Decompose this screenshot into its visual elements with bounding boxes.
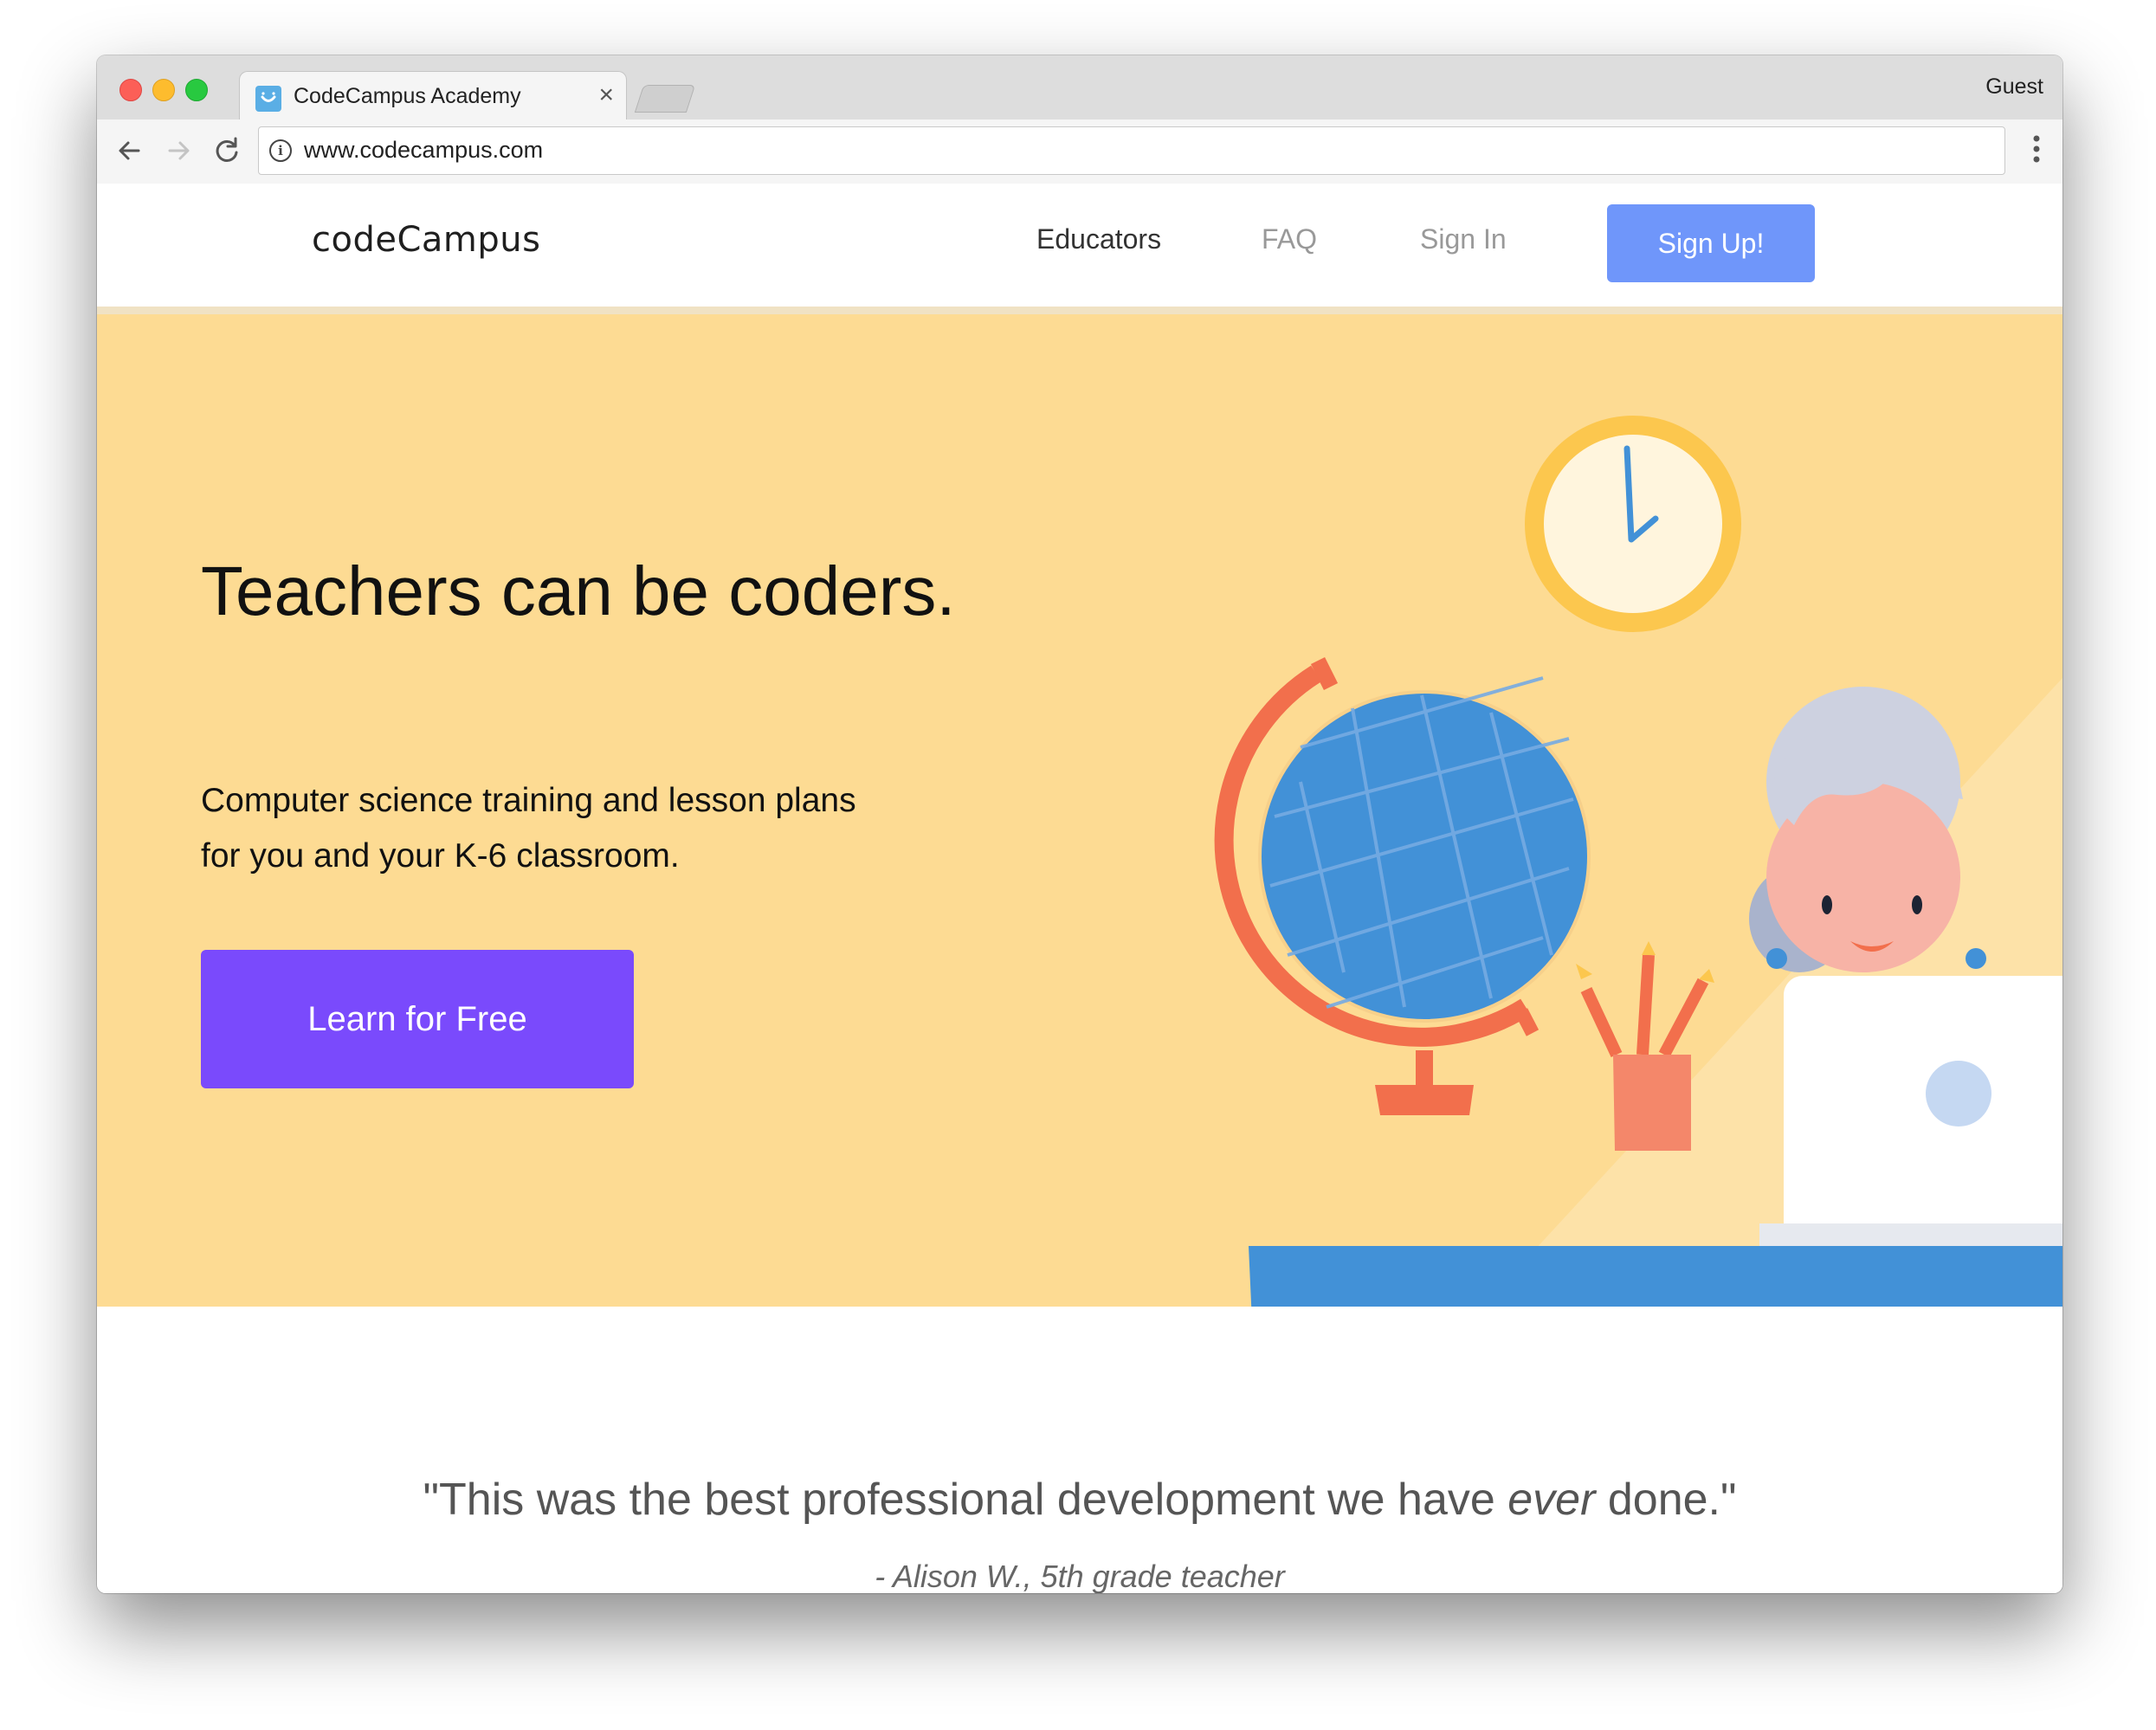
sign-up-button[interactable]: Sign Up! bbox=[1607, 204, 1815, 282]
address-bar[interactable]: i www.codecampus.com bbox=[258, 126, 2005, 175]
tab-title: CodeCampus Academy bbox=[294, 84, 521, 108]
learn-for-free-button[interactable]: Learn for Free bbox=[201, 950, 634, 1088]
desk-icon bbox=[1249, 1246, 2062, 1307]
quote-text-before: "This was the best professional developm… bbox=[423, 1475, 1508, 1525]
quote-emphasis: ever bbox=[1507, 1475, 1596, 1525]
site-logo[interactable]: codeCampus bbox=[312, 220, 540, 260]
nav-faq[interactable]: FAQ bbox=[1262, 223, 1317, 255]
forward-icon[interactable] bbox=[159, 132, 197, 170]
hero-title: Teachers can be coders. bbox=[201, 552, 956, 629]
hero-subtitle: Computer science training and lesson pla… bbox=[201, 782, 856, 875]
info-icon[interactable]: i bbox=[269, 139, 292, 162]
quote-text-after: done." bbox=[1595, 1475, 1737, 1525]
logo-text: codeCampus bbox=[312, 220, 541, 260]
url-text[interactable]: www.codecampus.com bbox=[304, 137, 543, 164]
hero-section: Teachers can be coders. Computer science… bbox=[97, 314, 2062, 1307]
clock-icon bbox=[1525, 416, 1741, 632]
web-page: codeCampus Educators FAQ Sign In Sign Up… bbox=[97, 184, 2062, 1593]
reload-icon[interactable] bbox=[208, 132, 246, 170]
favicon-icon bbox=[255, 86, 281, 112]
tab-strip: CodeCampus Academy × Guest bbox=[97, 55, 2062, 122]
close-icon[interactable]: × bbox=[598, 81, 614, 110]
browser-window: CodeCampus Academy × Guest i www.codecam… bbox=[97, 55, 2062, 1593]
testimonial-quote: "This was the best professional developm… bbox=[97, 1474, 2062, 1526]
nav-sign-in[interactable]: Sign In bbox=[1420, 223, 1507, 255]
testimonial-attribution: - Alison W., 5th grade teacher bbox=[875, 1559, 1285, 1593]
site-header: codeCampus Educators FAQ Sign In Sign Up… bbox=[97, 184, 2062, 314]
browser-tab[interactable]: CodeCampus Academy × bbox=[239, 71, 627, 122]
close-window-button[interactable] bbox=[119, 79, 142, 101]
maximize-window-button[interactable] bbox=[185, 79, 208, 101]
globe-icon bbox=[1214, 656, 1591, 1115]
menu-icon[interactable] bbox=[2031, 130, 2042, 177]
nav-educators[interactable]: Educators bbox=[1036, 223, 1161, 255]
classroom-illustration bbox=[1214, 416, 2062, 1307]
profile-button[interactable]: Guest bbox=[1985, 74, 2043, 100]
back-icon[interactable] bbox=[111, 132, 149, 170]
minimize-window-button[interactable] bbox=[152, 79, 175, 101]
laptop-icon bbox=[1759, 976, 2062, 1270]
new-tab-button[interactable] bbox=[634, 85, 696, 113]
